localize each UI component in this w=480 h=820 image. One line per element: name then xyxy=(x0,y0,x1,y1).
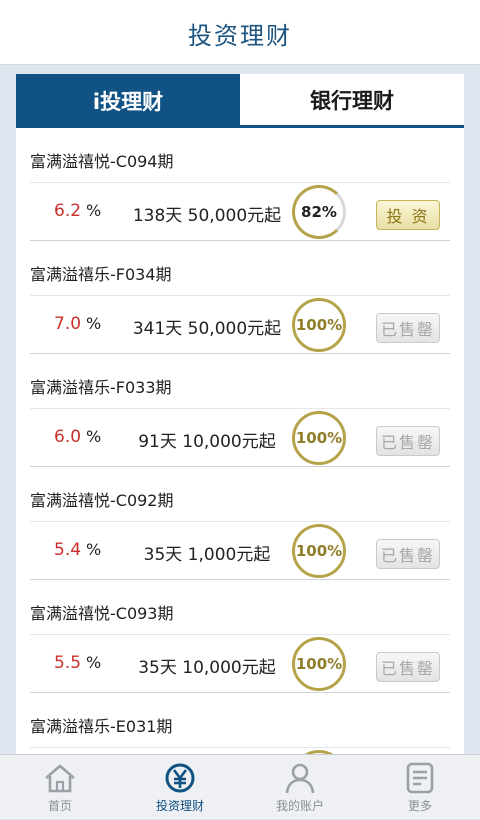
rate-unit: % xyxy=(86,314,102,333)
tab-i-invest[interactable]: i投理财 xyxy=(16,74,240,128)
progress-value: 82% xyxy=(301,203,337,221)
rate-unit: % xyxy=(86,201,102,220)
progress-value: 100% xyxy=(295,542,343,560)
product-name: 富满溢禧乐-E031期 xyxy=(30,717,173,736)
sold-out-button[interactable]: 已售罄 xyxy=(376,539,440,569)
product-item[interactable]: 富满溢禧悦-C093期 5.5 % 35天 10,000元起 100% 已售罄 xyxy=(16,580,464,693)
product-name: 富满溢禧悦-C093期 xyxy=(30,604,174,623)
tab-bar: i投理财 银行理财 xyxy=(16,74,464,128)
product-item[interactable]: 富满溢禧乐-E031期 xyxy=(16,693,464,754)
user-icon xyxy=(285,763,315,794)
divider xyxy=(30,747,450,748)
product-name: 富满溢禧悦-C094期 xyxy=(30,152,174,171)
bottom-navigation: 首页 投资理财 我的账户 更多 xyxy=(0,754,480,819)
product-rate: 6.2 xyxy=(54,201,82,221)
divider xyxy=(30,295,450,296)
nav-home[interactable]: 首页 xyxy=(0,755,120,820)
progress-ring: 100% xyxy=(292,411,346,465)
more-icon xyxy=(406,762,434,794)
divider xyxy=(30,182,450,183)
product-rate: 7.0 xyxy=(54,314,82,334)
product-item[interactable]: 富满溢禧悦-C092期 5.4 % 35天 1,000元起 100% 已售罄 xyxy=(16,467,464,580)
sold-out-button[interactable]: 已售罄 xyxy=(376,426,440,456)
app-header: 投资理财 xyxy=(0,0,480,65)
product-rate: 6.0 xyxy=(54,427,82,447)
progress-ring: 100% xyxy=(292,298,346,352)
product-list: 富满溢禧悦-C094期 6.2 % 138天 50,000元起 82% 投 资 … xyxy=(16,128,464,754)
page-title: 投资理财 xyxy=(188,22,292,50)
nav-label: 首页 xyxy=(47,799,72,813)
product-rate: 5.5 xyxy=(54,653,82,673)
product-item[interactable]: 富满溢禧悦-C094期 6.2 % 138天 50,000元起 82% 投 资 xyxy=(16,128,464,241)
progress-value: 100% xyxy=(295,316,343,334)
sold-out-button[interactable]: 已售罄 xyxy=(376,652,440,682)
invest-button[interactable]: 投 资 xyxy=(376,200,440,230)
progress-ring: 100% xyxy=(292,637,346,691)
home-icon xyxy=(45,764,75,793)
product-name: 富满溢禧乐-F033期 xyxy=(30,378,172,397)
product-terms: 35天 1,000元起 xyxy=(143,545,271,565)
progress-value: 100% xyxy=(295,429,343,447)
product-panel: i投理财 银行理财 富满溢禧悦-C094期 6.2 % 138天 50,000元… xyxy=(16,74,464,754)
product-terms: 138天 50,000元起 xyxy=(132,206,282,226)
product-item[interactable]: 富满溢禧乐-F034期 7.0 % 341天 50,000元起 100% 已售罄 xyxy=(16,241,464,354)
divider xyxy=(30,408,450,409)
product-name: 富满溢禧悦-C092期 xyxy=(30,491,174,510)
rate-unit: % xyxy=(86,427,102,446)
nav-label: 更多 xyxy=(407,799,432,813)
product-terms: 35天 10,000元起 xyxy=(138,658,276,678)
nav-more[interactable]: 更多 xyxy=(360,755,480,820)
product-terms: 341天 50,000元起 xyxy=(132,319,282,339)
rate-unit: % xyxy=(86,540,102,559)
tab-bank-finance[interactable]: 银行理财 xyxy=(240,74,464,128)
rate-unit: % xyxy=(86,653,102,672)
progress-value: 100% xyxy=(295,655,343,673)
product-item[interactable]: 富满溢禧乐-F033期 6.0 % 91天 10,000元起 100% 已售罄 xyxy=(16,354,464,467)
product-rate: 5.4 xyxy=(54,540,82,560)
divider xyxy=(30,634,450,635)
nav-account[interactable]: 我的账户 xyxy=(240,755,360,820)
product-terms: 91天 10,000元起 xyxy=(138,432,276,452)
yen-icon xyxy=(165,763,195,793)
divider xyxy=(30,521,450,522)
product-name: 富满溢禧乐-F034期 xyxy=(30,265,172,284)
nav-label: 投资理财 xyxy=(155,799,204,813)
progress-ring: 82% xyxy=(292,185,346,239)
progress-ring: 100% xyxy=(292,524,346,578)
nav-invest[interactable]: 投资理财 xyxy=(120,755,240,820)
sold-out-button[interactable]: 已售罄 xyxy=(376,313,440,343)
nav-label: 我的账户 xyxy=(275,799,324,813)
